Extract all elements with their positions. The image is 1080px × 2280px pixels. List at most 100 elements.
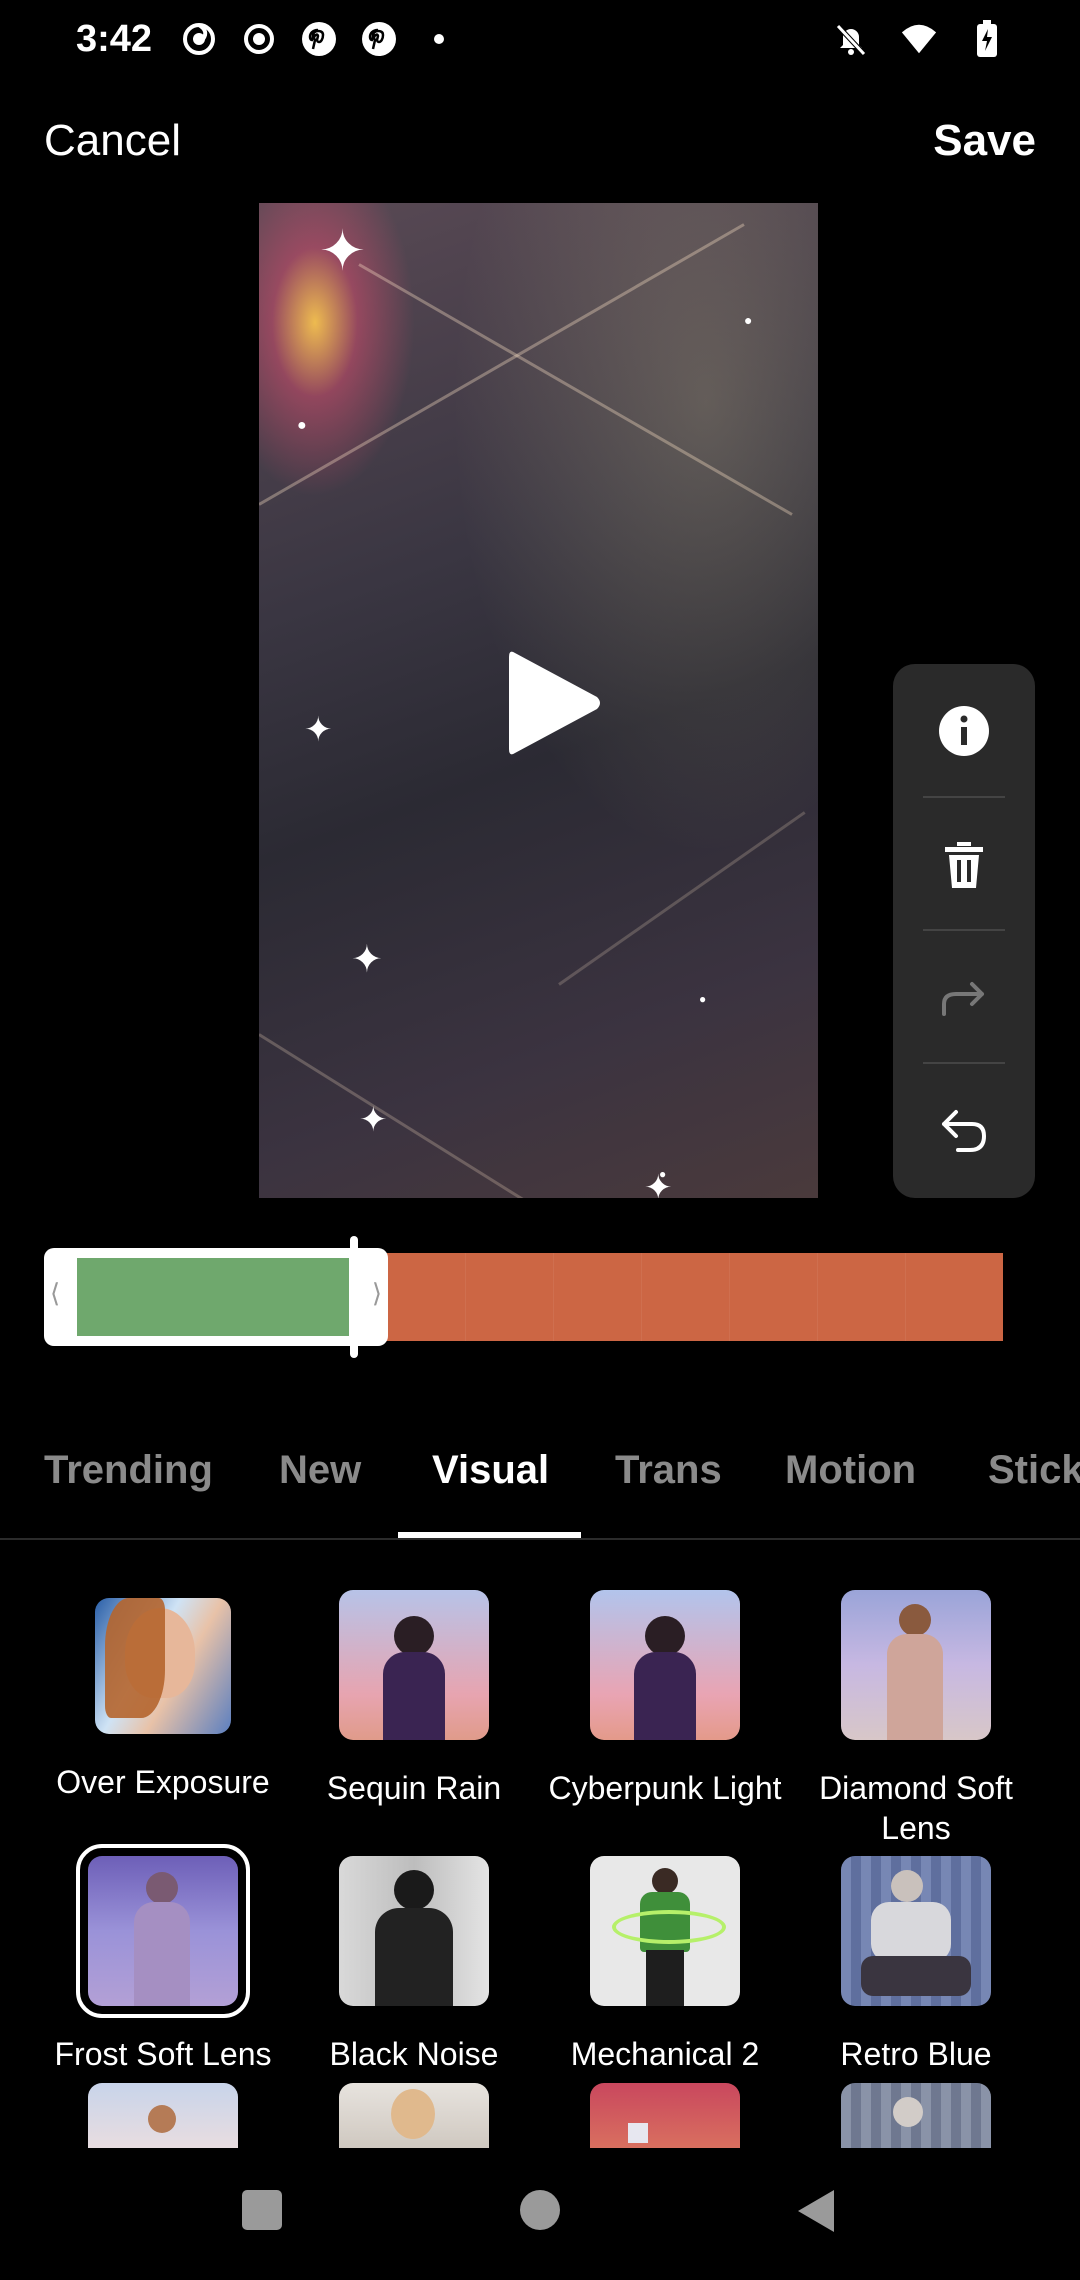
divider [0, 1538, 1080, 1540]
effect-thumbnail-partial[interactable] [88, 2083, 238, 2149]
back-icon[interactable] [796, 2188, 836, 2234]
figure-head [391, 2089, 435, 2139]
effect-label: Over Exposure [56, 1764, 270, 1800]
applied-effect-segment [77, 1258, 349, 1336]
figure-head [148, 2105, 176, 2133]
effect-diamond-soft-lens[interactable]: Diamond Soft Lens [791, 1590, 1041, 1848]
effect-label: Sequin Rain [326, 1770, 502, 1806]
effect-thumbnail-partial[interactable] [590, 2083, 740, 2149]
pinterest-icon [360, 20, 398, 58]
cancel-button[interactable]: Cancel [44, 116, 181, 166]
timeline-frame [465, 1253, 466, 1341]
effect-thumbnail [95, 1598, 231, 1734]
figure-body [871, 1902, 951, 1962]
effect-thumbnail [841, 1590, 991, 1740]
video-preview[interactable]: ✦ ● ● ✦ ✦ ✦ ✦ ● ● [259, 203, 818, 1198]
figure-head [899, 1604, 931, 1636]
tab-stickers[interactable]: Stick [988, 1448, 1080, 1493]
effect-cyberpunk-light[interactable]: Cyberpunk Light [540, 1590, 790, 1808]
effect-frost-soft-lens[interactable]: Frost Soft Lens [38, 1844, 288, 2074]
system-navigation-bar [0, 2148, 1080, 2280]
figure-head [645, 1616, 685, 1656]
figure-body [383, 1652, 445, 1740]
undo-icon [942, 1109, 986, 1152]
sparkle-star: ✦ [304, 711, 333, 749]
status-notification-icons [180, 20, 458, 58]
figure-head [891, 1870, 923, 1902]
effect-range-selection[interactable]: ⟨ ⟩ [44, 1248, 388, 1346]
timeline-frame [729, 1253, 730, 1341]
wifi-icon [900, 20, 938, 58]
effect-retro-blue[interactable]: Retro Blue [791, 1856, 1041, 2074]
figure-legs [861, 1956, 971, 1996]
sparkle-star: ● [744, 312, 753, 328]
figure-head [652, 1868, 678, 1894]
mute-bell-icon [832, 20, 870, 58]
figure-head [146, 1872, 178, 1904]
effect-label: Diamond Soft Lens [819, 1770, 1013, 1846]
figure-body [375, 1908, 453, 2006]
figure-dress [887, 1634, 943, 1740]
save-button[interactable]: Save [933, 116, 1036, 166]
sparkle-star: ✦ [351, 939, 383, 981]
tab-visual[interactable]: Visual [432, 1448, 549, 1493]
app-notification-icon [180, 20, 218, 58]
effect-thumbnail [339, 1856, 489, 2006]
record-icon [240, 20, 278, 58]
pinterest-icon [300, 20, 338, 58]
effect-thumbnail [841, 1856, 991, 2006]
edit-tools-panel [893, 664, 1035, 1198]
status-bar: 3:42 [0, 0, 1080, 90]
tab-motion[interactable]: Motion [785, 1448, 916, 1493]
effect-label: Black Noise [329, 2036, 499, 2072]
range-start-handle[interactable]: ⟨ [50, 1278, 60, 1309]
recents-icon[interactable] [240, 2188, 284, 2232]
timeline-track[interactable] [380, 1253, 1003, 1341]
undo-button[interactable] [893, 1064, 1035, 1197]
battery-charging-icon [968, 20, 1006, 58]
figure-head [394, 1616, 434, 1656]
timeline-frame [905, 1253, 906, 1341]
effect-thumbnail [339, 1590, 489, 1740]
status-system-icons [832, 20, 1006, 58]
info-button[interactable] [893, 664, 1035, 797]
redo-button[interactable] [893, 931, 1035, 1064]
tab-trans[interactable]: Trans [615, 1448, 722, 1493]
tab-trending[interactable]: Trending [44, 1448, 213, 1493]
effect-thumbnail-partial[interactable] [841, 2083, 991, 2149]
sparkle-star: ✦ [359, 1101, 388, 1139]
playhead[interactable] [350, 1236, 358, 1358]
effect-label: Mechanical 2 [570, 2036, 760, 2072]
sparkle-star: ✦ [319, 219, 366, 282]
timeline-frame [553, 1253, 554, 1341]
play-icon[interactable] [499, 643, 609, 763]
effect-over-exposure[interactable]: Over Exposure [38, 1598, 288, 1802]
delete-button[interactable] [893, 798, 1035, 931]
timeline-frame [817, 1253, 818, 1341]
effect-sequin-rain[interactable]: Sequin Rain [289, 1590, 539, 1808]
more-notifications-dot-icon [420, 20, 458, 58]
thumb-detail [628, 2123, 648, 2143]
home-icon[interactable] [518, 2188, 562, 2232]
effect-label: Cyberpunk Light [548, 1770, 782, 1806]
portrait-hair [105, 1598, 165, 1718]
sparkle-star: ● [699, 992, 707, 1006]
tab-new[interactable]: New [279, 1448, 361, 1493]
effect-black-noise[interactable]: Black Noise [289, 1856, 539, 2074]
effect-thumbnail-selected [76, 1844, 250, 2018]
effect-label: Frost Soft Lens [54, 2036, 272, 2072]
effect-thumbnail-partial[interactable] [339, 2083, 489, 2149]
effect-mechanical-2[interactable]: Mechanical 2 [540, 1856, 790, 2074]
sparkle-star: ● [297, 417, 307, 434]
info-icon [939, 705, 989, 756]
figure-dress [134, 1902, 190, 2006]
light-streak [558, 811, 806, 986]
timeline-frame [641, 1253, 642, 1341]
figure-head [394, 1870, 434, 1910]
range-end-handle[interactable]: ⟩ [372, 1278, 382, 1309]
figure-legs [646, 1950, 684, 2006]
effect-thumbnail [590, 1856, 740, 2006]
figure-body [634, 1652, 696, 1740]
sparkle-star: ● [659, 1167, 667, 1181]
trash-icon [945, 841, 983, 888]
